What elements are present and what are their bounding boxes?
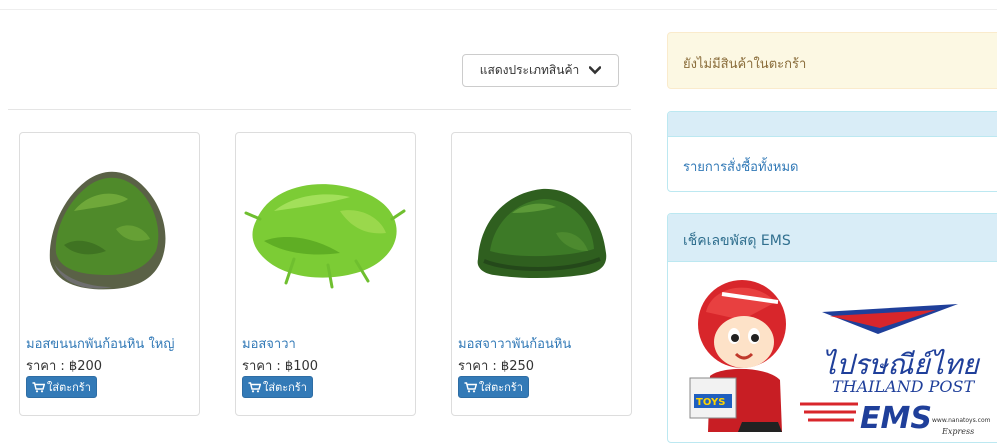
add-to-cart-button[interactable]: ใส่ตะกร้า bbox=[458, 376, 529, 398]
product-name-link[interactable]: มอสขนนกพันก้อนหิน ใหญ่ bbox=[26, 333, 174, 354]
product-price: ราคา : ฿200 bbox=[26, 359, 103, 374]
product-name-link[interactable]: มอสจาวาพันก้อนหิน bbox=[458, 333, 571, 354]
ems-tracking-banner[interactable]: TOYS ไปรษณีย์ไทย THAILAND POST EMS www.n… bbox=[682, 272, 997, 442]
cart-icon bbox=[32, 381, 45, 393]
add-to-cart-label: ใส่ตะกร้า bbox=[263, 381, 307, 394]
product-card: มอสจาวา ราคา : ฿100 ใส่ตะกร้า bbox=[235, 132, 416, 416]
product-image[interactable] bbox=[28, 141, 191, 309]
all-orders-link[interactable]: รายการสั่งซื้อทั้งหมด bbox=[683, 156, 798, 177]
product-image[interactable] bbox=[244, 141, 407, 309]
product-card: มอสจาวาพันก้อนหิน ราคา : ฿250 ใส่ตะกร้า bbox=[451, 132, 632, 416]
add-to-cart-label: ใส่ตะกร้า bbox=[479, 381, 523, 394]
category-dropdown-button[interactable]: แสดงประเภทสินค้า bbox=[462, 54, 619, 87]
orders-panel: รายการสั่งซื้อทั้งหมด bbox=[667, 111, 997, 192]
ems-panel-heading: เช็คเลขพัสดุ EMS bbox=[668, 214, 997, 262]
cart-empty-text: ยังไม่มีสินค้าในตะกร้า bbox=[683, 57, 807, 72]
category-dropdown-label: แสดงประเภทสินค้า bbox=[479, 63, 580, 77]
svg-text:www.nanatoys.com: www.nanatoys.com bbox=[932, 417, 991, 424]
svg-text:Express: Express bbox=[941, 427, 974, 436]
chevron-down-icon bbox=[589, 66, 602, 75]
cart-icon bbox=[464, 381, 477, 393]
svg-text:TOYS: TOYS bbox=[696, 397, 725, 408]
product-name-link[interactable]: มอสจาวา bbox=[242, 333, 296, 354]
add-to-cart-label: ใส่ตะกร้า bbox=[47, 381, 91, 394]
mascot-image: TOYS bbox=[689, 280, 786, 432]
top-divider bbox=[0, 9, 997, 10]
product-price: ราคา : ฿250 bbox=[458, 359, 535, 374]
ems-tracking-panel: เช็คเลขพัสดุ EMS TOYS ไปรษณีย์ไทย THAILA… bbox=[667, 213, 997, 443]
add-to-cart-button[interactable]: ใส่ตะกร้า bbox=[26, 376, 97, 398]
thailand-post-logo: ไปรษณีย์ไทย THAILAND POST EMS www.nanato… bbox=[800, 304, 991, 436]
add-to-cart-button[interactable]: ใส่ตะกร้า bbox=[242, 376, 313, 398]
orders-panel-header bbox=[668, 112, 997, 137]
cart-empty-alert: ยังไม่มีสินค้าในตะกร้า bbox=[667, 32, 997, 89]
product-card: มอสขนนกพันก้อนหิน ใหญ่ ราคา : ฿200 ใส่ตะ… bbox=[19, 132, 200, 416]
cart-icon bbox=[248, 381, 261, 393]
product-price: ราคา : ฿100 bbox=[242, 359, 319, 374]
svg-text:THAILAND POST: THAILAND POST bbox=[832, 377, 975, 396]
product-image[interactable] bbox=[460, 141, 623, 309]
content-divider bbox=[8, 109, 631, 110]
svg-text:EMS: EMS bbox=[860, 401, 932, 436]
